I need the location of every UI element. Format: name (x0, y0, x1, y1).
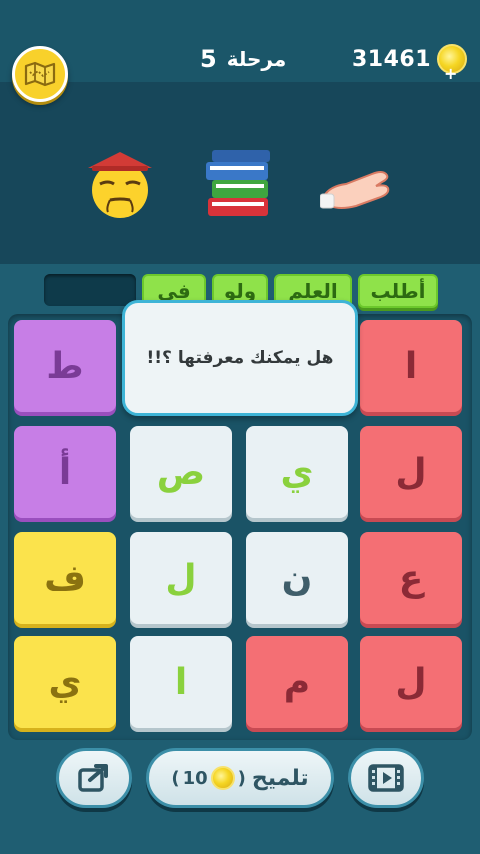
add-coins-icon[interactable]: + (444, 64, 457, 83)
letter-tile[interactable]: ا (130, 636, 232, 728)
hint-button[interactable]: تلميح ( 10 ) (146, 748, 334, 808)
letter-tile[interactable]: ص (130, 426, 232, 518)
map-button[interactable] (12, 46, 68, 102)
popup-text: هل يمكنك معرفتها ؟!! (146, 348, 334, 368)
clue-panel (0, 82, 480, 264)
face-with-hat-icon (88, 152, 152, 218)
coin-icon (210, 766, 235, 790)
letter-tile[interactable]: ا (360, 320, 462, 412)
video-icon (368, 764, 404, 792)
letter-tile[interactable]: ف (14, 532, 116, 624)
video-reward-button[interactable] (348, 748, 424, 808)
level-number: 5 (200, 45, 217, 73)
letter-tile[interactable]: ل (360, 426, 462, 518)
hint-cost: ( 10 ) (171, 766, 246, 790)
hint-cost-value: 10 (182, 767, 208, 789)
hint-paren-close: ) (237, 767, 246, 789)
letter-tile[interactable]: ع (360, 532, 462, 624)
letter-tile[interactable]: أ (14, 426, 116, 518)
letter-tile[interactable]: ي (246, 426, 348, 518)
level-indicator: مرحلة 5 (200, 42, 286, 76)
level-label: مرحلة (226, 47, 287, 71)
open-hand-icon (320, 171, 390, 209)
share-icon (78, 764, 108, 792)
empty-answer-slot[interactable] (44, 274, 136, 306)
letter-tile[interactable]: ل (360, 636, 462, 728)
letter-tile[interactable]: ل (130, 532, 232, 624)
map-icon (24, 61, 56, 87)
books-icon (206, 150, 270, 216)
coin-count: 31461 (352, 46, 432, 72)
hint-paren-open: ( (171, 767, 180, 789)
hint-label: تلميح (251, 765, 309, 791)
letter-tile[interactable]: ط (14, 320, 116, 412)
hint-popup[interactable]: هل يمكنك معرفتها ؟!! (122, 300, 358, 416)
share-button[interactable] (56, 748, 132, 808)
letter-tile[interactable]: م (246, 636, 348, 728)
letter-tile[interactable]: ي (14, 636, 116, 728)
letter-tile[interactable]: ن (246, 532, 348, 624)
answer-word[interactable]: أطلب (358, 274, 438, 308)
